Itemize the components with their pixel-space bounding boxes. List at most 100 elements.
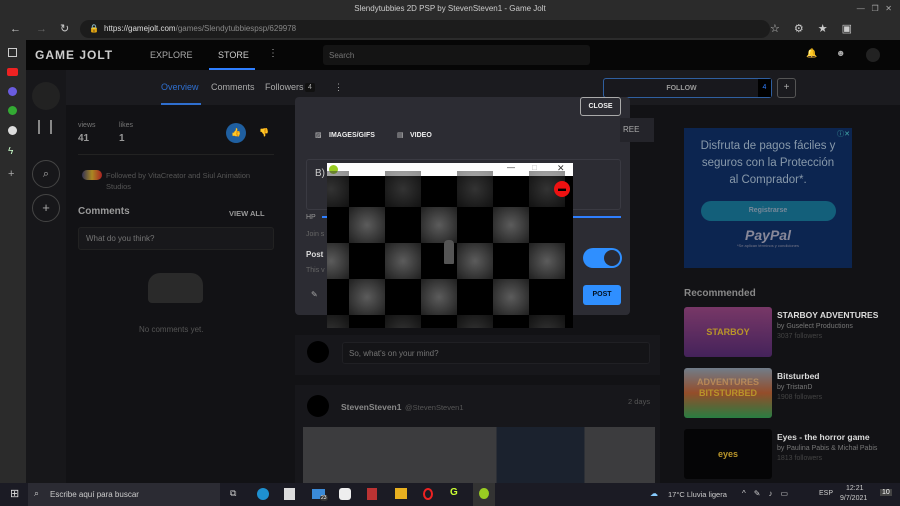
recommended-thumbnail[interactable]: BITSTURBED: [684, 368, 772, 418]
store-taskbar-icon[interactable]: [284, 488, 295, 500]
messenger-icon[interactable]: [8, 87, 17, 96]
add-icon[interactable]: +: [32, 194, 60, 222]
winrar-taskbar-icon[interactable]: [367, 488, 377, 500]
floor-tile: [457, 243, 493, 279]
spotify-icon[interactable]: [8, 106, 17, 115]
floor-tile: [457, 315, 493, 328]
edge-taskbar-icon[interactable]: [257, 488, 269, 500]
task-view-icon[interactable]: ⧉: [230, 488, 236, 499]
more-icon[interactable]: ⋮: [334, 82, 343, 93]
tab-followers[interactable]: Followers: [265, 82, 304, 92]
recommended-title[interactable]: Eyes - the horror game: [777, 432, 877, 442]
mail-badge: 23: [320, 495, 328, 501]
windows-start-icon[interactable]: ⊞: [10, 487, 19, 500]
notification-center[interactable]: 10: [880, 489, 892, 496]
dislike-button[interactable]: 👎: [259, 128, 269, 137]
gamejolt-icon[interactable]: ϟ: [8, 146, 17, 157]
library-icon[interactable]: [38, 120, 52, 134]
window-title: Slendytubbies 2D PSP by StevenSteven1 - …: [354, 4, 546, 13]
paypal-logo: PayPal: [745, 227, 791, 243]
post-screenshot-image[interactable]: [303, 427, 655, 483]
url-bar[interactable]: 🔒 https://gamejolt.com/games/Slendytubbie…: [80, 20, 770, 38]
divider: [78, 154, 274, 155]
bell-icon[interactable]: 🔔: [806, 48, 817, 59]
youtube-icon[interactable]: [7, 68, 18, 76]
recommended-author[interactable]: by TristanD: [777, 384, 822, 391]
floor-tile: [457, 171, 493, 207]
add-icon[interactable]: +: [8, 168, 14, 180]
forward-icon[interactable]: →: [36, 18, 47, 40]
search-input[interactable]: [323, 45, 590, 65]
gamejolt-taskbar-icon[interactable]: G: [450, 487, 458, 498]
explore-link[interactable]: EXPLORE: [150, 50, 193, 60]
recommended-item[interactable]: Bitsturbed by TristanD 1908 followers: [777, 371, 822, 401]
weather-text[interactable]: 17°C Lluvia ligera: [668, 490, 727, 499]
gamejolt-logo[interactable]: GAME JOLT: [35, 48, 113, 62]
recommended-title[interactable]: STARBOY ADVENTURES: [777, 310, 878, 320]
friends-icon[interactable]: ☻: [836, 48, 845, 58]
images-gifs-button[interactable]: IMAGES/GIFS: [329, 132, 375, 139]
explorer-taskbar-icon[interactable]: [395, 488, 407, 499]
post-avatar[interactable]: [307, 395, 329, 417]
follow-label: FOLLOW: [666, 85, 697, 92]
url-path: /games/Slendytubbiespsp/629978: [175, 24, 297, 33]
post-button[interactable]: POST: [583, 285, 621, 305]
opera-taskbar-icon[interactable]: [423, 488, 433, 500]
avatar[interactable]: [866, 48, 880, 62]
behind-button-label: REE: [620, 118, 654, 142]
recommended-title[interactable]: Bitsturbed: [777, 371, 822, 381]
adchoices-icon[interactable]: ⓘ✕: [837, 129, 850, 139]
edit-icon[interactable]: ✎: [311, 290, 318, 299]
post-handle[interactable]: @StevenSteven1: [405, 403, 463, 412]
game-icon[interactable]: [32, 82, 60, 110]
recommended-author[interactable]: by Guselect Productions: [777, 323, 878, 330]
refresh-icon[interactable]: ↻: [60, 18, 69, 40]
store-link[interactable]: STORE: [218, 50, 249, 60]
back-icon[interactable]: ←: [10, 18, 21, 40]
post-input[interactable]: [342, 342, 650, 364]
search-icon[interactable]: ⌕: [32, 160, 60, 188]
game-taskbar-button[interactable]: [473, 483, 495, 506]
ad-register-button[interactable]: Registrarse: [700, 201, 836, 221]
whatsapp-icon[interactable]: [8, 126, 17, 135]
flashlight-icon: ▬: [554, 181, 570, 197]
follow-button[interactable]: FOLLOW 4: [603, 78, 772, 98]
minimize-button[interactable]: —: [507, 163, 515, 172]
clock-time[interactable]: 12:21: [846, 485, 864, 492]
taskbar-search[interactable]: ⌕ Escribe aquí para buscar: [28, 483, 220, 506]
tab-overview[interactable]: Overview: [161, 82, 199, 92]
recommended-followers: 3037 followers: [777, 333, 823, 340]
recommended-thumbnail[interactable]: STARBOY ADVENTURES: [684, 307, 772, 387]
like-button[interactable]: 👍: [226, 123, 246, 143]
recommended-author[interactable]: by Paulina Pabis & Michał Pabis: [777, 445, 877, 452]
close-button[interactable]: CLOSE: [580, 97, 621, 116]
advertisement[interactable]: ⓘ✕ Disfruta de pagos fáciles y seguros c…: [684, 128, 852, 268]
more-icon[interactable]: ⋮: [268, 48, 278, 59]
add-to-playlist-button[interactable]: +: [777, 78, 796, 98]
weather-icon: ☁: [650, 489, 658, 498]
post-username[interactable]: StevenSteven1: [341, 402, 401, 412]
clock-date[interactable]: 9/7/2021: [840, 495, 867, 502]
recommended-thumbnail[interactable]: eyes: [684, 429, 772, 479]
video-button[interactable]: VIDEO: [410, 132, 432, 139]
comment-input[interactable]: [78, 227, 274, 250]
language-indicator[interactable]: ESP: [819, 490, 833, 497]
comments-heading: Comments: [78, 206, 130, 217]
game-window[interactable]: — □ ✕ ▬: [327, 163, 573, 328]
paint-taskbar-icon[interactable]: [339, 488, 351, 500]
recommended-item[interactable]: STARBOY ADVENTURES by Guselect Productio…: [777, 310, 878, 340]
tab-comments[interactable]: Comments: [211, 82, 255, 92]
tabs-icon[interactable]: [8, 48, 17, 57]
ad-text: Disfruta de pagos fáciles y seguros con …: [700, 140, 836, 186]
view-all-button[interactable]: VIEW ALL: [229, 209, 265, 218]
recommended-item[interactable]: Eyes - the horror game by Paulina Pabis …: [777, 432, 877, 462]
toggle-switch[interactable]: [583, 248, 622, 268]
likes-count: 1: [119, 133, 125, 144]
window-controls[interactable]: — ❐ ✕: [857, 0, 892, 18]
browser-toolbar-icons[interactable]: ☆⚙★▣: [770, 18, 866, 40]
tray-icons[interactable]: ^✎♪▭: [742, 489, 796, 498]
url-domain: https://gamejolt.com: [104, 24, 176, 33]
gamejolt-sidebar: ⌕ +: [26, 70, 66, 483]
follower-avatars: [82, 170, 102, 180]
recommended-heading: Recommended: [684, 288, 756, 299]
